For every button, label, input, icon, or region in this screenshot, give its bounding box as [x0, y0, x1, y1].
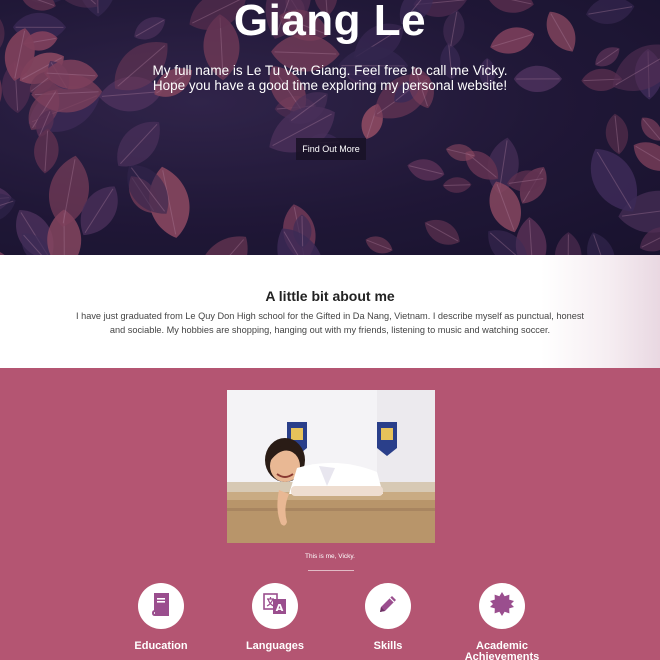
- feature-icon-circle[interactable]: [365, 583, 411, 629]
- feature-icon-circle[interactable]: [479, 583, 525, 629]
- photo-caption: This is me, Vicky.: [305, 553, 355, 560]
- pencil-icon: [377, 593, 399, 620]
- translate-icon: A: [263, 592, 287, 621]
- feature-icon-circle[interactable]: [138, 583, 184, 629]
- badge-icon: [489, 591, 515, 622]
- feature-skills[interactable]: Skills: [333, 583, 443, 652]
- caption-divider: [308, 570, 354, 571]
- hero-title: Giang Le: [233, 0, 427, 45]
- about-text: I have just graduated from Le Quy Don Hi…: [64, 310, 596, 337]
- about-title: A little bit about me: [265, 288, 395, 304]
- feature-label: Skills: [373, 640, 403, 652]
- book-icon: [150, 592, 172, 621]
- profile-photo: [227, 390, 435, 543]
- feature-academic-achievements[interactable]: Academic Achievements: [447, 583, 557, 660]
- feature-education[interactable]: Education: [106, 583, 216, 652]
- find-out-more-button[interactable]: Find Out More: [296, 138, 366, 160]
- feature-label: Academic Achievements: [464, 640, 540, 660]
- feature-languages[interactable]: A Languages: [220, 583, 330, 652]
- about-text-line: I have just graduated from Le Quy Don Hi…: [76, 311, 584, 321]
- svg-text:A: A: [276, 603, 284, 614]
- feature-label: Education: [134, 640, 188, 652]
- hero-subtitle-line: My full name is Le Tu Van Giang. Feel fr…: [152, 63, 508, 78]
- about-text-line: and sociable. My hobbies are shopping, h…: [109, 324, 551, 335]
- hero-subtitle: My full name is Le Tu Van Giang. Feel fr…: [0, 63, 660, 93]
- feature-icon-circle[interactable]: A: [252, 583, 298, 629]
- profile-section: This is me, Vicky. Education A Languages…: [0, 368, 660, 660]
- feature-label: Languages: [245, 640, 305, 652]
- hero-section: Giang Le My full name is Le Tu Van Giang…: [0, 0, 660, 255]
- about-section: A little bit about me I have just gradua…: [0, 255, 660, 368]
- hero-subtitle-line: Hope you have a good time exploring my p…: [152, 78, 508, 93]
